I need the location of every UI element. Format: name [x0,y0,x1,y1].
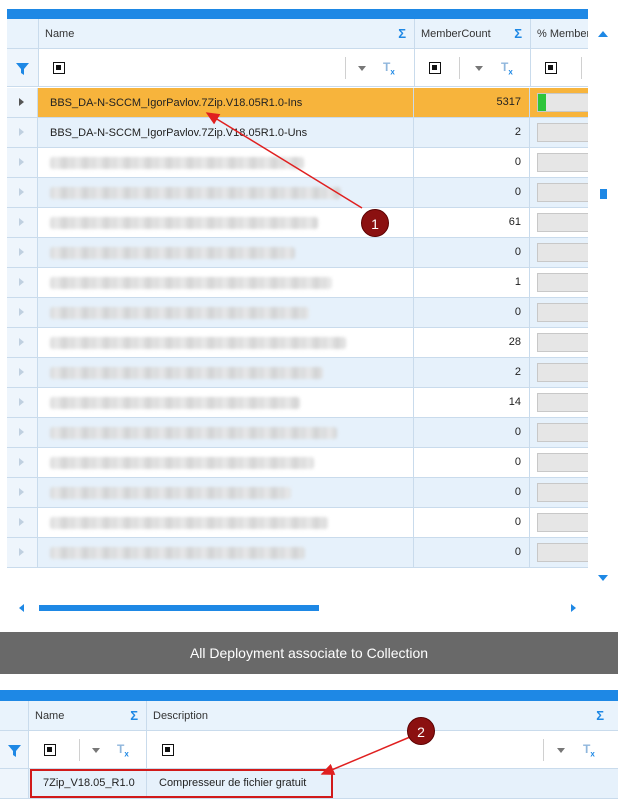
annotation-badge-1: 1 [361,209,389,237]
annotation-badge-2: 2 [407,717,435,745]
arrow-1 [205,112,363,209]
arrow-2 [320,736,411,775]
annotation-arrows [205,112,411,775]
